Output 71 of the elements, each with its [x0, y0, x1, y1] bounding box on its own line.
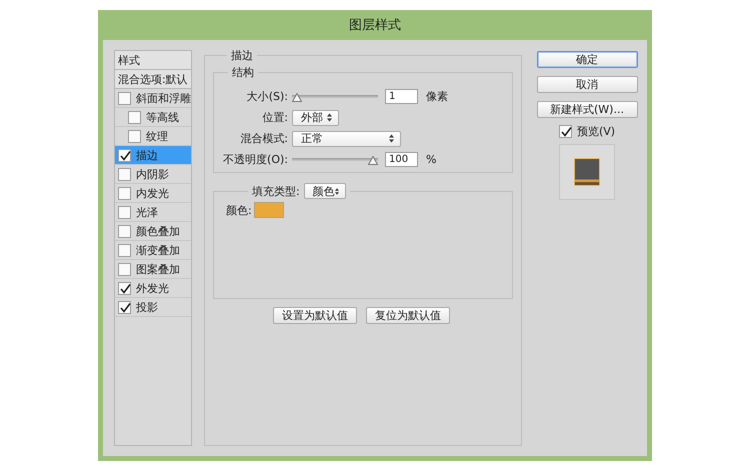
dropdown[interactable]: 颜色 [304, 183, 346, 199]
checkmark-icon [119, 150, 131, 162]
checkbox[interactable] [118, 300, 131, 314]
checkbox[interactable] [118, 282, 131, 294]
slider-thumb[interactable] [368, 156, 378, 164]
checkbox[interactable] [128, 110, 141, 124]
style-list-item[interactable]: 内发光 [115, 184, 191, 203]
style-list-header[interactable]: 混合选项:默认 [115, 70, 191, 89]
style-list-item[interactable]: 光泽 [115, 203, 191, 222]
field-label: 颜色: [226, 202, 252, 218]
style-list-item[interactable]: 斜面和浮雕 [115, 89, 191, 108]
checkbox[interactable] [118, 168, 131, 180]
field-label: 填充类型: [252, 184, 300, 198]
unit-label: % [426, 153, 436, 166]
style-label: 内发光 [136, 186, 169, 200]
dialog-button[interactable]: 取消 [536, 76, 638, 93]
style-list-item[interactable]: 描边 [115, 146, 191, 165]
dropdown[interactable]: 正常 [292, 130, 401, 146]
window-title: 图层样式 [349, 17, 401, 34]
unit-label: 像素 [426, 89, 448, 104]
input-field[interactable]: 1 [385, 89, 418, 104]
style-label: 描边 [136, 148, 158, 162]
checkbox[interactable] [118, 186, 131, 200]
color-swatch[interactable] [254, 202, 284, 218]
style-label: 等高线 [146, 110, 179, 124]
checkbox[interactable] [118, 244, 131, 256]
checkmark-icon [119, 302, 131, 314]
checkmark-icon [119, 282, 131, 294]
checkbox[interactable] [128, 130, 141, 142]
style-label: 投影 [136, 300, 158, 314]
input-field[interactable]: 100 [385, 152, 418, 167]
style-list-header[interactable]: 样式 [115, 51, 191, 70]
field-label: 位置: [261, 110, 288, 125]
field-label: 混合模式: [239, 131, 288, 146]
style-label: 图案叠加 [136, 262, 180, 276]
checkbox[interactable] [118, 92, 131, 104]
checkbox[interactable] [118, 224, 131, 238]
style-label: 光泽 [136, 204, 158, 220]
up-down-arrows-icon [389, 134, 394, 143]
checkbox[interactable] [118, 148, 131, 162]
up-down-arrows-icon [327, 113, 332, 122]
slider-thumb[interactable] [292, 92, 302, 102]
style-list-item[interactable]: 内阴影 [115, 165, 191, 184]
dropdown[interactable]: 外部 [292, 110, 339, 126]
default-button[interactable]: 设置为默认值 [273, 307, 357, 324]
style-label: 斜面和浮雕 [136, 90, 191, 106]
checkbox-label: 预览(V) [576, 124, 616, 139]
style-list-item[interactable]: 颜色叠加 [115, 222, 191, 241]
field-label: 不透明度(O): [222, 152, 288, 167]
field-label: 大小(S): [246, 89, 288, 104]
group-title: 结构 [231, 65, 255, 80]
preview-drawing [573, 157, 601, 187]
checkbox[interactable] [118, 206, 131, 218]
style-list-item[interactable]: 渐变叠加 [115, 241, 191, 260]
up-down-arrows-icon [334, 186, 339, 196]
style-label: 内阴影 [136, 166, 169, 182]
style-list-item[interactable]: 等高线 [115, 108, 191, 127]
dialog-button[interactable]: 新建样式(W)... [536, 101, 638, 118]
checkbox[interactable] [118, 262, 131, 276]
style-label: 纹理 [146, 128, 168, 144]
dialog-button[interactable]: 确定 [536, 51, 638, 68]
style-list-item[interactable]: 图案叠加 [115, 260, 191, 279]
group-title: 描边 [230, 48, 254, 63]
style-list-item[interactable]: 外发光 [115, 279, 191, 298]
style-label: 渐变叠加 [136, 242, 180, 258]
style-label: 颜色叠加 [136, 224, 180, 238]
default-button[interactable]: 复位为默认值 [366, 307, 450, 324]
checkbox[interactable] [558, 125, 572, 138]
checkmark-icon [560, 126, 572, 138]
style-label: 外发光 [136, 280, 169, 296]
style-list-item[interactable]: 投影 [115, 298, 191, 317]
